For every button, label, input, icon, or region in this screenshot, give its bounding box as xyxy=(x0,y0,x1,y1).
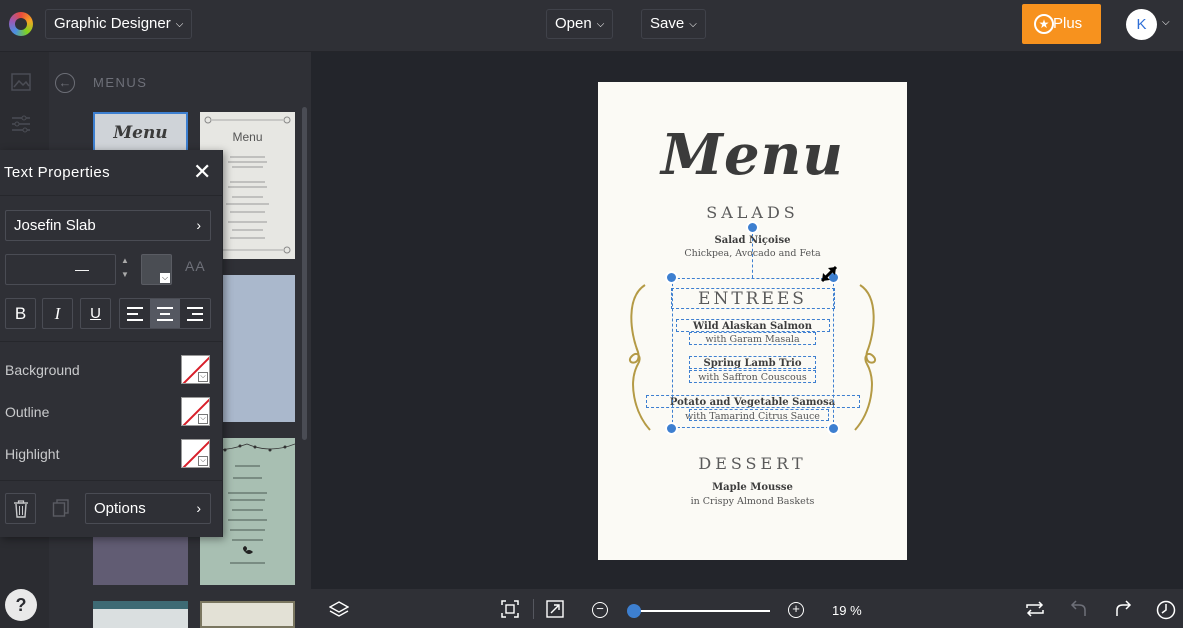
plus-upgrade-button[interactable]: ★ Plus xyxy=(1022,4,1101,44)
zoom-level: 19 % xyxy=(832,603,862,618)
rotate-handle[interactable] xyxy=(746,221,759,234)
font-size-input[interactable]: — xyxy=(5,254,116,285)
open-button[interactable]: Open ⌵ xyxy=(546,9,614,39)
undo-icon[interactable] xyxy=(1070,600,1088,618)
zoom-slider-track[interactable] xyxy=(634,610,770,612)
chevron-down-icon: ⌵ xyxy=(198,456,208,466)
open-label: Open xyxy=(555,15,592,32)
highlight-label: Highlight xyxy=(5,446,60,462)
selection-box xyxy=(689,356,816,369)
app-logo[interactable] xyxy=(9,12,33,36)
options-label: Options xyxy=(94,500,146,517)
resize-handle-top-left[interactable] xyxy=(665,271,678,284)
font-family-value: Josefin Slab xyxy=(14,217,96,234)
redo-icon[interactable] xyxy=(1114,600,1132,618)
highlight-color-swatch[interactable]: ⌵ xyxy=(181,439,210,468)
close-icon[interactable]: ✕ xyxy=(193,161,211,183)
background-label: Background xyxy=(5,362,80,378)
selection-box xyxy=(671,288,835,309)
expand-icon[interactable] xyxy=(546,600,564,618)
underline-label: U xyxy=(90,305,101,322)
dessert-description[interactable]: in Crispy Almond Baskets xyxy=(598,496,907,507)
design-page[interactable]: Menu SALADS Salad Niçoise Chickpea, Avoc… xyxy=(598,82,907,560)
align-center-button[interactable] xyxy=(150,299,180,328)
aa-label: AA xyxy=(185,258,206,274)
swap-icon[interactable] xyxy=(1025,600,1045,618)
divider xyxy=(0,341,223,342)
chevron-down-icon[interactable]: ⌵ xyxy=(1162,17,1170,28)
template-thumbnail[interactable]: Menu xyxy=(93,112,188,152)
bold-label: B xyxy=(14,304,27,323)
fit-to-screen-icon[interactable] xyxy=(501,600,519,618)
history-icon[interactable] xyxy=(1156,600,1176,620)
italic-label: I xyxy=(54,304,61,323)
chevron-right-icon: › xyxy=(196,217,201,233)
outline-color-swatch[interactable]: ⌵ xyxy=(181,397,210,426)
align-right-button[interactable] xyxy=(180,299,210,328)
chevron-down-icon: ⌵ xyxy=(198,372,208,382)
adjustments-icon[interactable] xyxy=(10,114,32,134)
selection-box xyxy=(676,319,830,332)
dessert-heading[interactable]: DESSERT xyxy=(598,454,907,473)
divider xyxy=(533,599,534,619)
save-button[interactable]: Save ⌵ xyxy=(641,9,706,39)
chevron-down-icon: ⌵ xyxy=(175,19,184,30)
divider xyxy=(0,480,223,481)
italic-button[interactable]: I xyxy=(42,298,73,329)
character-spacing-icon: AA xyxy=(185,258,206,274)
zoom-out-button[interactable]: − xyxy=(592,602,608,618)
chevron-down-icon: ⌵ xyxy=(596,19,605,30)
resize-cursor-icon xyxy=(820,265,838,283)
text-align-group xyxy=(119,298,211,329)
top-bar: Graphic Designer ⌵ Open ⌵ Save ⌵ ★ Plus K ⌵ xyxy=(0,0,1183,52)
duplicate-icon[interactable] xyxy=(45,493,76,524)
help-button[interactable]: ? xyxy=(5,589,37,621)
font-size-stepper[interactable]: ▲ ▼ xyxy=(117,254,133,285)
plus-label: Plus xyxy=(1053,15,1083,32)
selection-box xyxy=(689,409,829,421)
resize-handle-bottom-right[interactable] xyxy=(827,422,840,435)
chevron-down-icon: ⌵ xyxy=(689,19,697,30)
thumbnail-title: Menu xyxy=(113,123,168,143)
text-color-swatch[interactable]: ⌵ xyxy=(141,254,172,285)
chevron-right-icon: › xyxy=(196,500,201,516)
resize-handle-bottom-left[interactable] xyxy=(665,422,678,435)
trash-icon[interactable] xyxy=(5,493,36,524)
align-left-button[interactable] xyxy=(120,299,150,328)
font-family-select[interactable]: Josefin Slab › xyxy=(5,210,211,241)
selection-box xyxy=(689,370,816,383)
layers-icon[interactable] xyxy=(329,600,349,620)
template-thumbnail[interactable] xyxy=(200,601,295,628)
dessert-item[interactable]: Maple Mousse xyxy=(598,482,907,493)
rotate-guide xyxy=(752,233,753,278)
chevron-down-icon: ⌵ xyxy=(160,273,170,283)
avatar[interactable]: K xyxy=(1126,9,1157,40)
save-label: Save xyxy=(650,15,685,32)
selection-box xyxy=(646,395,860,408)
zoom-slider-handle[interactable] xyxy=(627,604,641,618)
panel-title: Text Properties xyxy=(4,164,111,181)
back-arrow-icon[interactable]: ← xyxy=(55,73,75,93)
zoom-in-button[interactable]: + xyxy=(788,602,804,618)
options-button[interactable]: Options › xyxy=(85,493,211,524)
background-color-swatch[interactable]: ⌵ xyxy=(181,355,210,384)
bold-button[interactable]: B xyxy=(5,298,36,329)
text-properties-header: Text Properties ✕ xyxy=(0,150,223,196)
mode-label: Graphic Designer xyxy=(54,15,171,32)
star-icon: ★ xyxy=(1034,14,1054,34)
mode-dropdown[interactable]: Graphic Designer ⌵ xyxy=(45,9,193,39)
selection-box xyxy=(689,332,816,345)
underline-button[interactable]: U xyxy=(80,298,111,329)
chevron-down-icon: ⌵ xyxy=(198,414,208,424)
outline-label: Outline xyxy=(5,404,50,420)
bottom-toolbar: − + 19 % xyxy=(311,589,1183,628)
template-thumbnail[interactable] xyxy=(93,537,188,585)
panel-scrollbar[interactable] xyxy=(302,107,307,440)
template-thumbnail[interactable] xyxy=(93,601,188,628)
panel-title: MENUS xyxy=(93,75,148,90)
image-icon[interactable] xyxy=(10,72,32,92)
text-properties-panel: Text Properties ✕ Josefin Slab › — ▲ ▼ ⌵ … xyxy=(0,150,223,537)
